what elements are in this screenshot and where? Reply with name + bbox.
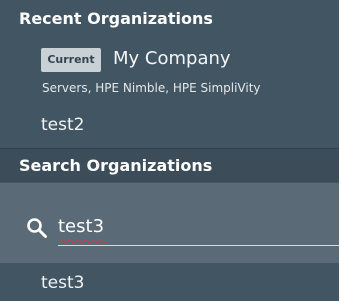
search-result-test3[interactable]: test3 [0, 266, 339, 301]
recent-org-test2[interactable]: test2 [0, 110, 339, 140]
search-icon [26, 217, 48, 239]
search-area [0, 183, 339, 263]
organization-switcher-panel: Recent Organizations Current My Company … [0, 0, 339, 301]
recent-organizations-header: Recent Organizations [0, 0, 339, 36]
recent-org-my-company[interactable]: Current My Company Servers, HPE Nimble, … [0, 42, 339, 102]
spellcheck-underline [59, 240, 107, 243]
search-organizations-header: Search Organizations [0, 148, 339, 182]
org-name: My Company [113, 48, 231, 69]
org-services: Servers, HPE Nimble, HPE SimpliVity [42, 81, 261, 95]
search-input-underline [58, 245, 339, 246]
current-badge: Current [41, 48, 101, 72]
search-input[interactable] [58, 211, 328, 241]
